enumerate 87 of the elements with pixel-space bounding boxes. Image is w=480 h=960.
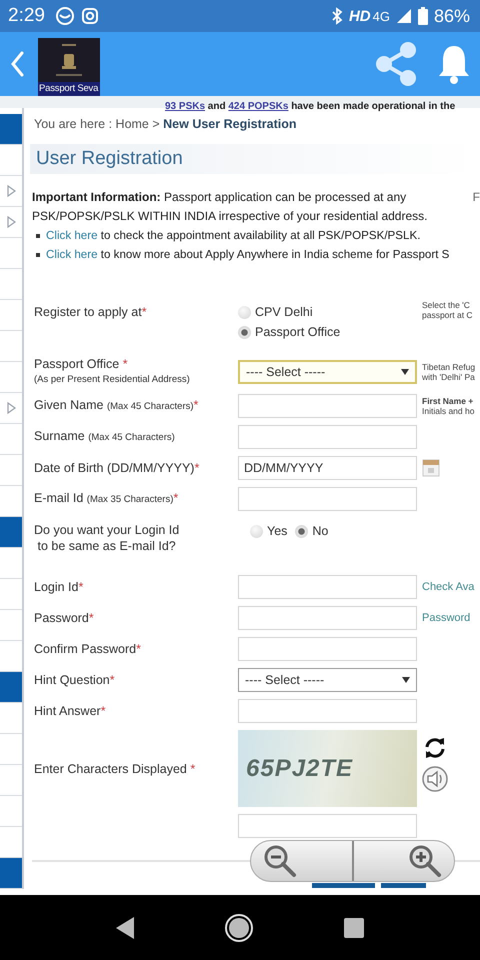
clock-time: 2:29: [8, 5, 45, 27]
refresh-icon: [423, 736, 447, 760]
expand-arrow-icon: [6, 402, 16, 414]
page-title: User Registration: [36, 148, 183, 170]
hint-link[interactable]: Check Ava: [422, 581, 474, 593]
click-here-link[interactable]: Click here: [46, 248, 98, 261]
circle-icon: [54, 6, 75, 26]
radio-option[interactable]: Passport Office: [238, 325, 340, 339]
camera-icon: [80, 7, 99, 25]
input-field[interactable]: [238, 814, 417, 838]
hint-text: Tibetan Refug with 'Delhi' Pa: [422, 362, 476, 382]
bluetooth-icon: [330, 7, 343, 25]
zoom-control[interactable]: [250, 840, 455, 882]
bell-icon: [436, 43, 472, 85]
radio-button[interactable]: [295, 524, 308, 538]
notification-button[interactable]: [436, 43, 472, 85]
radio-button[interactable]: [238, 306, 251, 318]
network-label: HD: [348, 8, 371, 24]
audio-button[interactable]: [422, 766, 448, 792]
breadcrumb: You are here : Home > New User Registration: [34, 116, 298, 132]
news-ticker: 93 PSKs and 424 POPSKs have been made operational in the: [165, 101, 456, 113]
click-here-link[interactable]: Click here: [46, 229, 98, 242]
sidebar-item[interactable]: [0, 858, 22, 889]
logo-caption: Passport Seva: [38, 82, 100, 96]
captcha-text: 65PJ2TE: [246, 754, 354, 782]
zoom-out-icon: [263, 844, 297, 878]
hint-link[interactable]: Password: [422, 612, 470, 624]
bullet-icon: [36, 234, 40, 238]
caret-icon: [401, 369, 409, 375]
expand-arrow-icon: [6, 216, 16, 228]
sidebar-item[interactable]: [0, 114, 22, 145]
field-label: Passport Office * (As per Present Residential Address): [34, 357, 190, 387]
radio-button[interactable]: [250, 524, 263, 538]
field-label: Given Name (Max 45 Characters)*: [34, 398, 198, 414]
caret-icon: [402, 677, 410, 683]
field-label: Password*: [34, 611, 94, 625]
input-field[interactable]: [238, 394, 417, 418]
calendar-icon: [422, 459, 440, 477]
hint-text: First Name + Initials and ho: [422, 396, 474, 416]
radio-option[interactable]: CPV Delhi: [238, 305, 340, 319]
input-field[interactable]: [238, 425, 417, 449]
field-label: Hint Answer*: [34, 704, 106, 718]
home-nav-button[interactable]: [224, 912, 254, 942]
input-field[interactable]: [238, 487, 417, 511]
info-bullet-text: Click here to check the appointment availability at all PSK/POPSK/PSLK.: [46, 228, 420, 244]
side-text: F: [472, 189, 480, 206]
radio-button[interactable]: [238, 326, 251, 338]
information-text: Important Information: Passport application can be processed at any PSK/POPSK/PSLK WITHIN INDIA irrespective of your residential address.: [32, 189, 428, 225]
dropdown[interactable]: ---- Select -----: [238, 360, 417, 384]
field-label: Date of Birth (DD/MM/YYYY)*: [34, 461, 200, 475]
signal-icon: [396, 8, 412, 24]
ticker-link[interactable]: 93 PSKs: [165, 101, 206, 112]
hint-text: Select the 'C passport at C: [422, 300, 473, 320]
info-bullet-text: Click here to know more about Apply Anywhere in India scheme for Passport S: [46, 247, 450, 263]
field-label: Register to apply at*: [34, 304, 147, 320]
radio-option[interactable]: Yes: [250, 524, 288, 538]
zoom-in-icon: [408, 844, 442, 878]
battery-icon: [418, 7, 428, 25]
back-nav-button[interactable]: [114, 916, 135, 940]
back-button[interactable]: [10, 51, 24, 77]
sidebar-item[interactable]: [0, 517, 22, 548]
input-field[interactable]: [238, 606, 417, 630]
speaker-icon: [422, 766, 448, 792]
back-triangle-icon: [114, 916, 135, 940]
field-label: Surname (Max 45 Characters): [34, 429, 175, 445]
sidebar-item[interactable]: [0, 672, 22, 703]
field-label: Login Id*: [34, 580, 84, 594]
battery-level: 86%: [434, 6, 470, 26]
recents-nav-button[interactable]: [343, 916, 366, 938]
field-label: Confirm Password*: [34, 642, 141, 656]
input-field[interactable]: [238, 699, 417, 723]
bullet-icon: [36, 252, 40, 256]
dropdown[interactable]: ---- Select -----: [238, 668, 417, 692]
radio-option[interactable]: No: [295, 524, 328, 538]
field-label: Enter Characters Displayed *: [34, 761, 196, 776]
back-icon: [10, 51, 24, 77]
field-label: Do you want your Login Id to be same as E-mail Id?: [34, 522, 180, 554]
input-field[interactable]: [238, 575, 417, 599]
date-field[interactable]: DD/MM/YYYY: [238, 456, 417, 480]
ticker-link[interactable]: 424 POPSKs: [228, 101, 288, 112]
home-circle-icon: [224, 912, 254, 942]
field-label: E-mail Id (Max 35 Characters)*: [34, 491, 178, 507]
field-label: Hint Question*: [34, 673, 115, 687]
expand-arrow-icon: [6, 185, 16, 197]
input-field[interactable]: [238, 637, 417, 661]
square-icon: [343, 916, 366, 938]
network-type: 4G: [372, 8, 390, 24]
